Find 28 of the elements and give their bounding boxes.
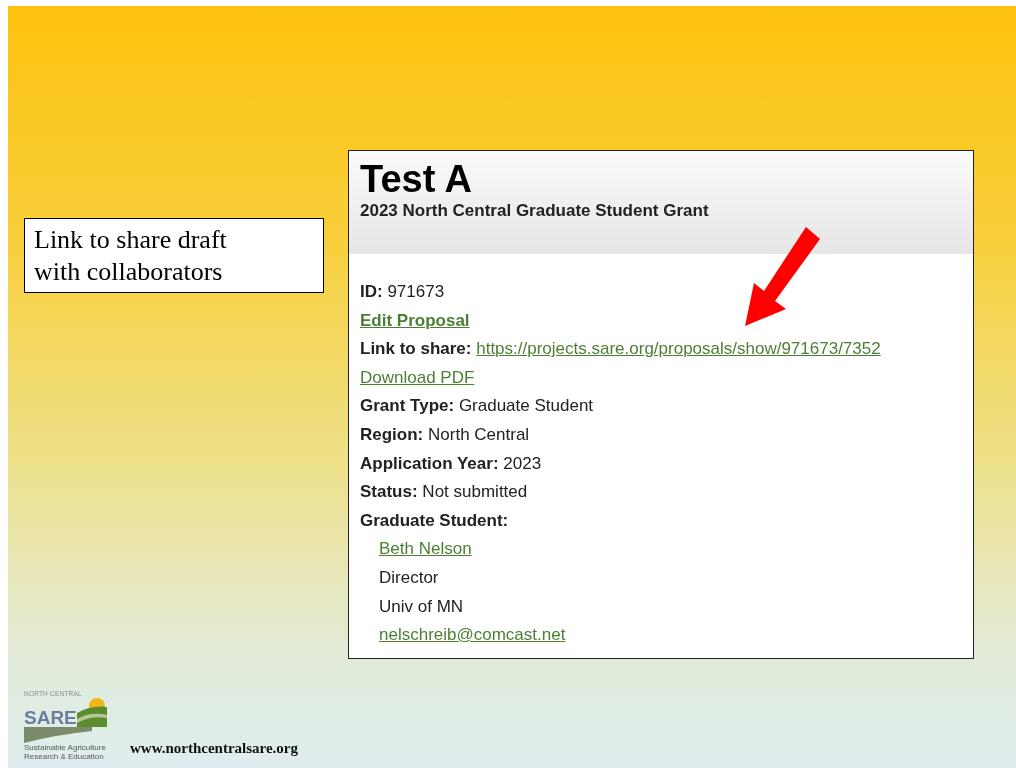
logo-name: SARE	[24, 709, 77, 727]
field-value: Graduate Student	[458, 396, 594, 416]
logo-tagline: Sustainable Agriculture Research & Education	[24, 743, 107, 761]
text-link[interactable]: Download PDF	[360, 367, 475, 387]
section-label: Graduate Student:	[360, 510, 509, 530]
field-label: Grant Type:	[360, 396, 455, 416]
field-value: 971673	[387, 282, 445, 301]
contact-text: Director	[379, 567, 439, 587]
website-url: www.northcentralsare.org	[130, 740, 299, 757]
field-label: Link to share:	[360, 339, 472, 359]
field-label: Status:	[360, 482, 418, 502]
edit-link[interactable]: Edit Proposal	[360, 310, 470, 330]
field-label: Region:	[360, 424, 424, 444]
text-link[interactable]: Beth Nelson	[379, 539, 472, 559]
field-label: ID:	[360, 282, 383, 301]
proposal-subtitle: 2023 North Central Graduate Student Grant	[360, 201, 710, 221]
share-link[interactable]: https://projects.sare.org/proposals/show/971673/7352	[476, 339, 881, 359]
field-rows-icon	[24, 727, 92, 743]
field-sun-icon	[76, 698, 107, 727]
field-value: North Central	[428, 424, 530, 444]
field-value: Not submitted	[422, 482, 528, 502]
contact-text: Univ of MN	[379, 596, 464, 616]
text-link[interactable]: nelschreib@comcast.net	[379, 625, 566, 645]
field-label: Application Year:	[360, 453, 499, 473]
field-value: 2023	[503, 453, 542, 473]
callout-text: Link to share draft with collaborators	[24, 218, 324, 294]
proposal-title: Test A	[360, 157, 473, 201]
arrow-icon	[745, 227, 820, 326]
